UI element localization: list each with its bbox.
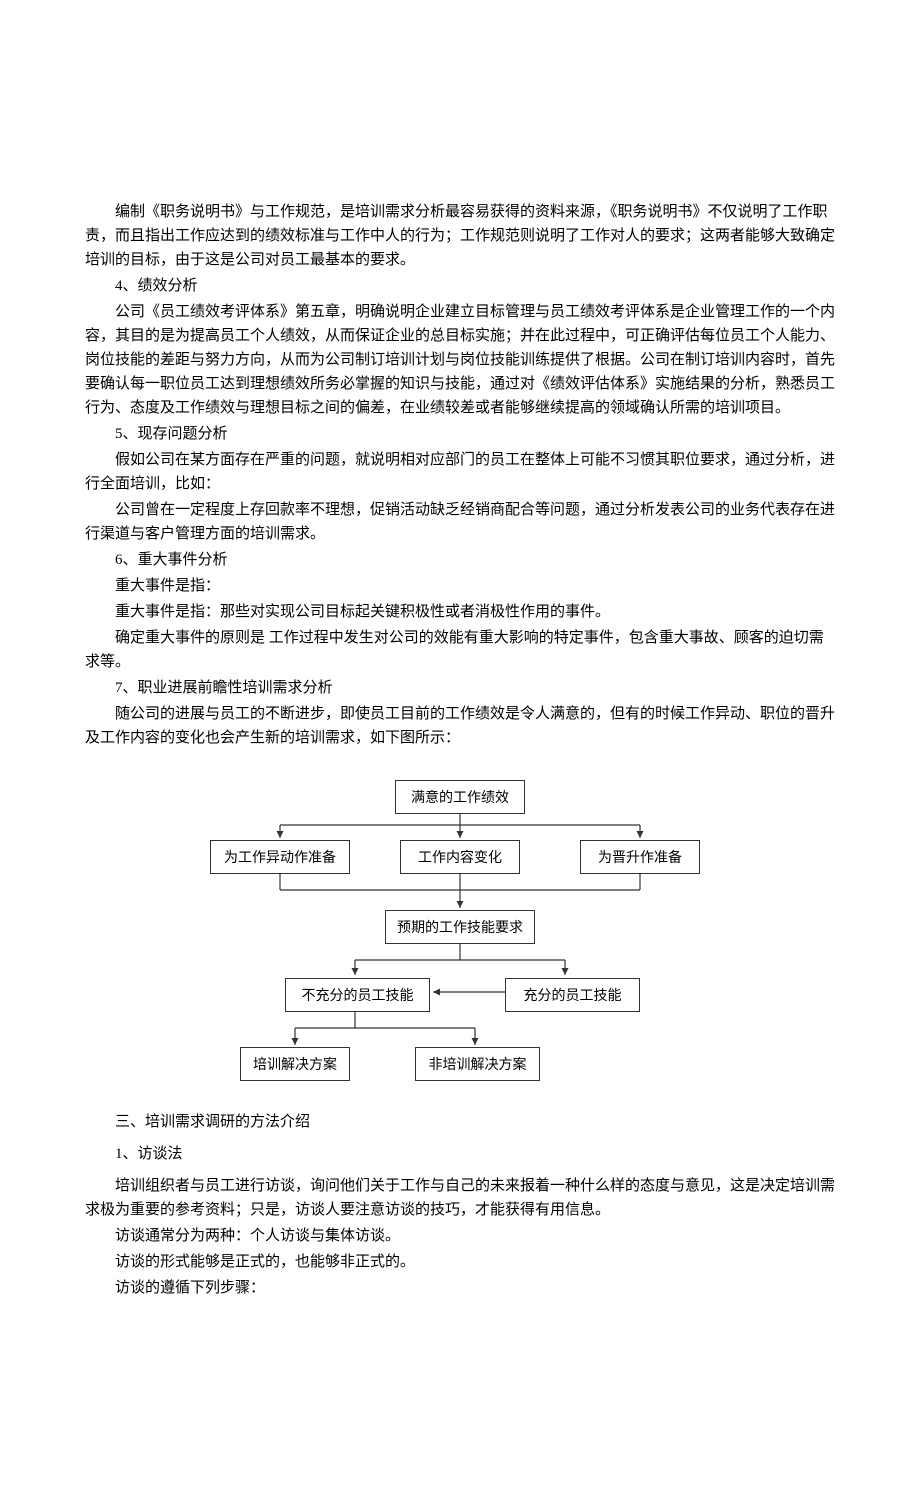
flowchart-box-2a: 为工作异动作准备	[210, 840, 350, 874]
flowchart-box-4b: 充分的员工技能	[505, 978, 640, 1012]
para-4: 公司《员工绩效考评体系》第五章，明确说明企业建立目标管理与员工绩效考评体系是企业…	[85, 300, 835, 420]
para-5b: 公司曾在一定程度上存回款率不理想，促销活动缺乏经销商配合等问题，通过分析发表公司…	[85, 498, 835, 546]
para-7: 随公司的进展与员工的不断进步，即使员工目前的工作绩效是令人满意的，但有的时候工作…	[85, 702, 835, 750]
flowchart-box-4a: 不充分的员工技能	[285, 978, 430, 1012]
flowchart-box-5b: 非培训解决方案	[415, 1047, 540, 1081]
flowchart-box-top: 满意的工作绩效	[395, 780, 525, 814]
heading-7: 7、职业进展前瞻性培训需求分析	[85, 676, 835, 700]
para-6b: 重大事件是指：那些对实现公司目标起关键积极性或者消极性作用的事件。	[85, 600, 835, 624]
heading-5: 5、现存问题分析	[85, 422, 835, 446]
flowchart: 满意的工作绩效 为工作异动作准备 工作内容变化 为晋升作准备 预期的工作技能要求…	[185, 770, 735, 1090]
heading-4: 4、绩效分析	[85, 274, 835, 298]
method-1: 1、访谈法	[85, 1142, 835, 1166]
para-5a: 假如公司在某方面存在严重的问题，就说明相对应部门的员工在整体上可能不习惯其职位要…	[85, 448, 835, 496]
method-1-p3: 访谈的形式能够是正式的，也能够非正式的。	[85, 1250, 835, 1274]
method-1-p4: 访谈的遵循下列步骤：	[85, 1276, 835, 1300]
para-6c: 确定重大事件的原则是 工作过程中发生对公司的效能有重大影响的特定事件，包含重大事…	[85, 626, 835, 674]
section-3: 三、培训需求调研的方法介绍	[85, 1110, 835, 1134]
para-6a: 重大事件是指：	[85, 574, 835, 598]
document-body: 编制《职务说明书》与工作规范，是培训需求分析最容易获得的资料来源，《职务说明书》…	[85, 200, 835, 1300]
flowchart-box-2c: 为晋升作准备	[580, 840, 700, 874]
method-1-p2: 访谈通常分为两种：个人访谈与集体访谈。	[85, 1224, 835, 1248]
para-intro: 编制《职务说明书》与工作规范，是培训需求分析最容易获得的资料来源，《职务说明书》…	[85, 200, 835, 272]
method-1-p1: 培训组织者与员工进行访谈，询问他们关于工作与自己的未来报着一种什么样的态度与意见…	[85, 1174, 835, 1222]
flowchart-box-2b: 工作内容变化	[400, 840, 520, 874]
flowchart-box-5a: 培训解决方案	[240, 1047, 350, 1081]
heading-6: 6、重大事件分析	[85, 548, 835, 572]
flowchart-box-3: 预期的工作技能要求	[385, 910, 535, 944]
